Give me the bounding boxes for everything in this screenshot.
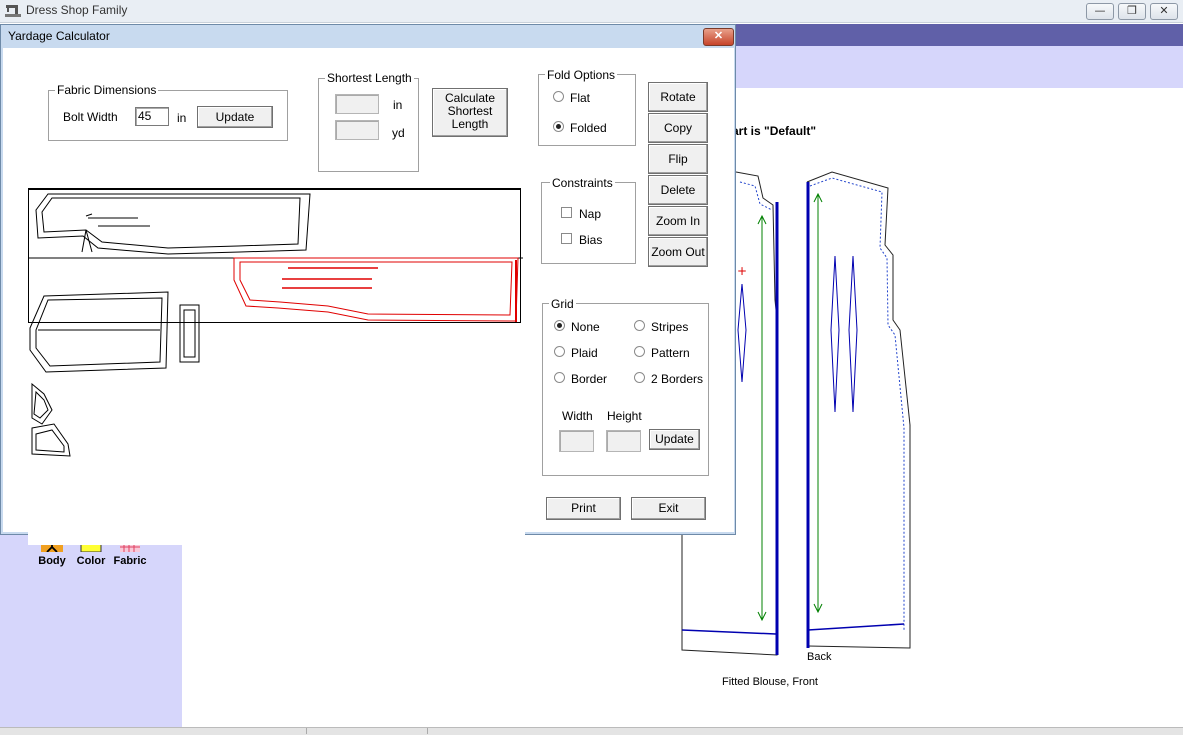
grid-none-radio[interactable] (554, 320, 565, 331)
fold-folded-label: Folded (570, 121, 607, 135)
app-title: Dress Shop Family (26, 3, 128, 17)
back-dart-left (830, 255, 840, 413)
bolt-width-label: Bolt Width (63, 110, 118, 124)
dialog-title: Yardage Calculator (8, 29, 110, 43)
nap-label: Nap (579, 207, 602, 221)
grid-stripes-label: Stripes (651, 320, 689, 334)
dialog-client-area: Fabric Dimensions Bolt Width 45 in Updat… (3, 48, 734, 545)
grid-legend: Grid (549, 297, 576, 311)
bolt-width-unit: in (177, 111, 187, 125)
fold-folded-radio[interactable] (553, 121, 564, 132)
zoom-out-button[interactable]: Zoom Out (648, 237, 708, 267)
grid-height-input[interactable] (606, 430, 641, 452)
bolt-width-update-button[interactable]: Update (197, 106, 273, 128)
flip-button[interactable]: Flip (648, 144, 708, 174)
tool-fabric-label: Fabric (113, 555, 147, 567)
shortest-length-in-unit: in (393, 98, 403, 112)
shortest-length-yd-unit: yd (392, 126, 405, 140)
minimize-icon: — (1094, 4, 1106, 17)
grid-width-label: Width (562, 409, 593, 423)
front-cross-marker: + (737, 264, 747, 278)
fabric-layout-canvas[interactable] (28, 188, 525, 545)
zoom-in-button[interactable]: Zoom In (648, 206, 708, 236)
print-button[interactable]: Print (546, 497, 621, 520)
close-icon: ✕ (1159, 4, 1169, 17)
sewing-machine-icon (5, 5, 21, 17)
grid-update-button[interactable]: Update (649, 429, 700, 450)
close-icon: ✕ (713, 30, 724, 42)
restore-button[interactable]: ❐ (1118, 3, 1146, 20)
piece-small-rect (179, 304, 200, 363)
tool-body-label: Body (38, 555, 66, 567)
main-titlebar (0, 0, 1183, 23)
status-segment (306, 728, 428, 734)
back-piece-seam (809, 177, 905, 630)
grid-pattern-label: Pattern (651, 346, 690, 360)
fabric-bolt-outline (28, 188, 521, 323)
grid-height-label: Height (607, 409, 642, 423)
front-hem (681, 629, 777, 635)
shortest-length-legend: Shortest Length (325, 71, 414, 85)
copy-button[interactable]: Copy (648, 113, 708, 143)
bias-checkbox[interactable] (561, 233, 572, 244)
grid-pattern-radio[interactable] (634, 346, 645, 357)
front-piece-seam (739, 181, 773, 211)
bias-label: Bias (579, 233, 603, 247)
delete-button[interactable]: Delete (648, 175, 708, 205)
constraints-legend: Constraints (550, 176, 615, 190)
grid-stripes-radio[interactable] (634, 320, 645, 331)
pattern-caption: Fitted Blouse, Front (722, 676, 818, 688)
grid-width-input[interactable] (559, 430, 594, 452)
dialog-close-button[interactable]: ✕ (703, 28, 734, 46)
back-dart-right (848, 255, 858, 413)
exit-button[interactable]: Exit (631, 497, 706, 520)
grid-2-borders-label: 2 Borders (651, 372, 704, 386)
back-hem (807, 623, 905, 631)
fold-flat-radio[interactable] (553, 91, 564, 102)
shortest-length-yd-field[interactable] (335, 120, 379, 140)
grid-border-label: Border (571, 372, 608, 386)
restore-icon: ❐ (1127, 4, 1137, 17)
grid-plaid-label: Plaid (571, 346, 598, 360)
calculate-shortest-length-button[interactable]: Calculate Shortest Length (432, 88, 508, 137)
rotate-button[interactable]: Rotate (648, 82, 708, 112)
yardage-calculator-dialog: Yardage Calculator ✕ Fabric Dimensions B… (0, 24, 736, 545)
shortest-length-in-field[interactable] (335, 94, 379, 114)
fold-options-group (538, 74, 636, 146)
grid-2-borders-radio[interactable] (634, 372, 645, 383)
nap-checkbox[interactable] (561, 207, 572, 218)
fold-flat-label: Flat (570, 91, 591, 105)
grid-plaid-radio[interactable] (554, 346, 565, 357)
bolt-width-input[interactable]: 45 (135, 107, 169, 126)
piece-bodice (29, 291, 169, 373)
minimize-button[interactable]: — (1086, 3, 1114, 20)
grid-none-label: None (571, 320, 600, 334)
chart-label: art is "Default" (732, 124, 817, 138)
fold-options-legend: Fold Options (545, 68, 618, 82)
constraints-group (541, 182, 636, 264)
fabric-dimensions-legend: Fabric Dimensions (55, 83, 159, 97)
back-piece-outline (806, 171, 911, 649)
grid-border-radio[interactable] (554, 372, 565, 383)
close-button[interactable]: ✕ (1150, 3, 1178, 20)
front-dart (737, 283, 747, 383)
back-piece-label: Back (807, 651, 832, 663)
tool-color-label: Color (76, 555, 106, 567)
